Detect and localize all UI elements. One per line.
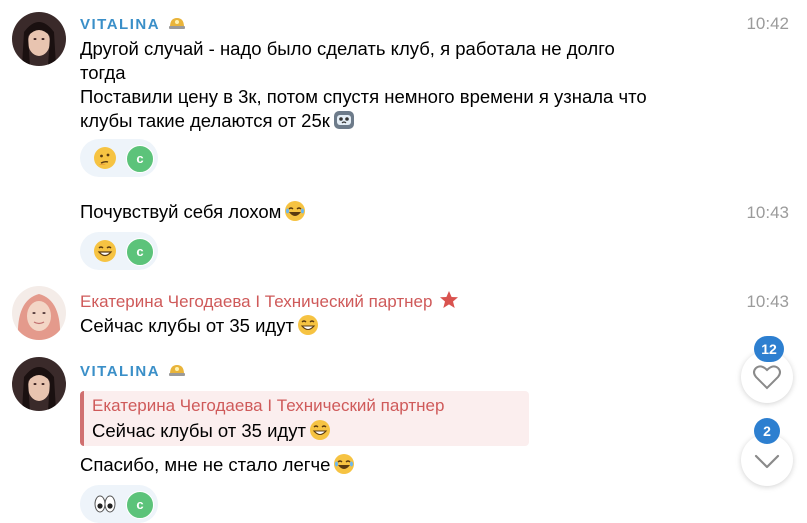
message-text: Другой случай - надо было сделать клуб, … (80, 37, 647, 133)
sender-name-text: VITALINA (80, 363, 160, 380)
reactions-count-badge: 12 (754, 336, 784, 362)
sender-name[interactable]: Екатерина Чегодаева I Технический партне… (80, 290, 459, 312)
reply-sender: Екатерина Чегодаева I Технический партне… (92, 396, 445, 415)
laughing-emoji-icon (285, 201, 306, 221)
message-line-with-emoji: клубы такие делаются от 25к (80, 109, 647, 133)
eyes-icon (94, 495, 116, 513)
message-line: Сейчас клубы от 35 идут (80, 315, 294, 336)
mentions-count-badge: 2 (754, 418, 780, 444)
message-line: тогда (80, 62, 126, 83)
reactor-avatar: c (126, 491, 154, 519)
message-line: Почувствуй себя лохом (80, 201, 282, 222)
message-text: Спасибо, мне не стало легче (80, 453, 355, 477)
reactor-avatar: c (126, 145, 154, 173)
crying-emoji-icon (333, 111, 354, 129)
message-line: Спасибо, мне не стало легче (80, 454, 331, 475)
message-line: Другой случай - надо было сделать клуб, … (80, 38, 615, 59)
sender-name-text: VITALINA (80, 16, 160, 33)
grinning-face-icon (94, 240, 116, 262)
mining-helmet-icon (169, 18, 186, 29)
reaction-chip[interactable]: c (80, 139, 158, 177)
avatar-ekaterina[interactable] (12, 286, 66, 340)
avatar-vitalina[interactable] (12, 357, 66, 411)
thinking-face-icon (94, 147, 116, 169)
sender-name[interactable]: VITALINA (80, 15, 186, 33)
message-line: клубы такие делаются от 25к (80, 110, 330, 131)
message-line: Поставили цену в 3к, потом спустя немног… (80, 86, 647, 107)
reply-text-line: Сейчас клубы от 35 идут (92, 420, 306, 441)
reply-quote[interactable]: Екатерина Чегодаева I Технический партне… (80, 391, 529, 446)
message-time: 10:43 (746, 203, 789, 222)
message-text: Сейчас клубы от 35 идут (80, 314, 319, 338)
reply-text: Сейчас клубы от 35 идут (92, 419, 331, 442)
grinning-emoji-icon (309, 420, 330, 440)
reactor-avatar: c (126, 238, 154, 266)
laughing-emoji-icon (334, 454, 355, 474)
message-text: Почувствуй себя лохом (80, 200, 306, 224)
sender-name-text: Екатерина Чегодаева I Технический партне… (80, 292, 433, 311)
sender-name[interactable]: VITALINA (80, 362, 186, 380)
reaction-chip[interactable]: c (80, 485, 158, 523)
avatar-vitalina[interactable] (12, 12, 66, 66)
message-time: 10:42 (746, 14, 789, 33)
message-time: 10:43 (746, 292, 789, 311)
reaction-chip[interactable]: c (80, 232, 158, 270)
star-icon (440, 291, 459, 308)
mining-helmet-icon (169, 365, 186, 376)
grinning-emoji-icon (297, 315, 318, 335)
